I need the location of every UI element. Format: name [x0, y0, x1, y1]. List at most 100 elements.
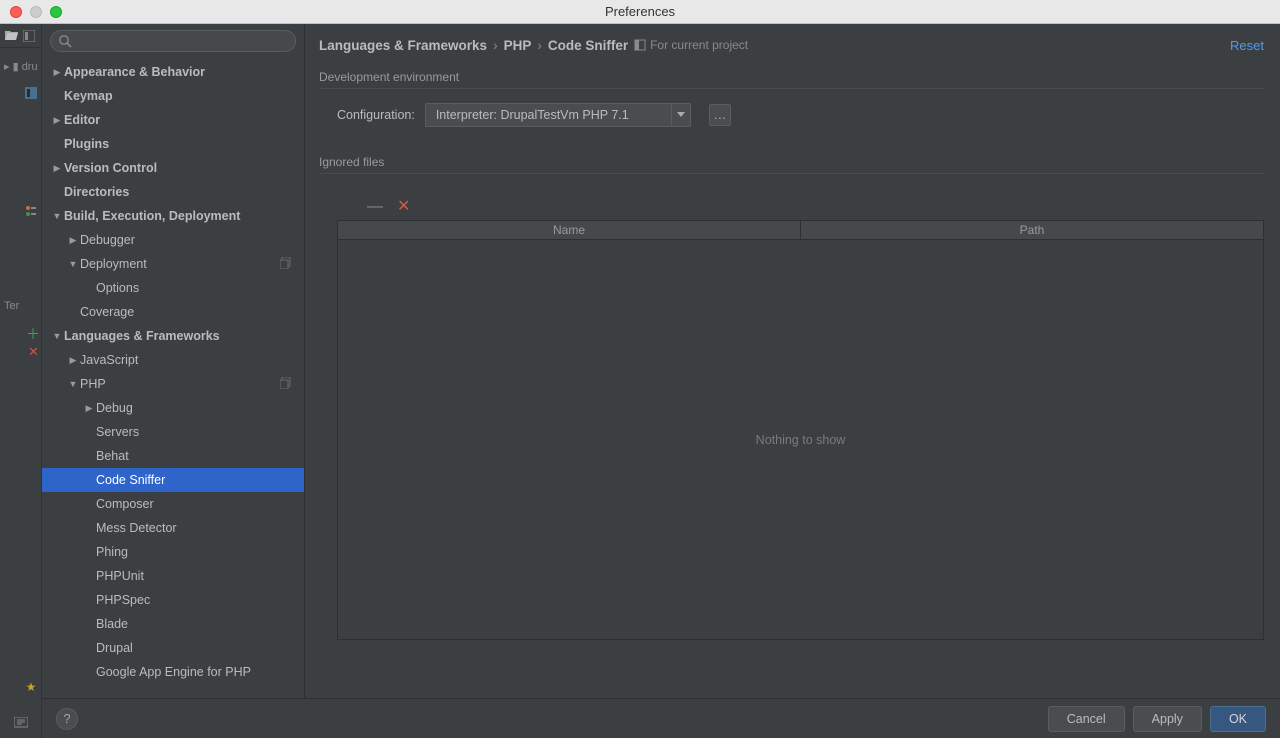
settings-tree-item-label: Drupal — [96, 641, 133, 655]
settings-tree-item-label: Servers — [96, 425, 139, 439]
settings-tree-item[interactable]: PHPSpec — [42, 588, 304, 612]
folder-open-icon[interactable] — [5, 29, 19, 43]
section-heading-ignored: Ignored files — [319, 155, 1264, 169]
close-window-button[interactable] — [10, 6, 22, 18]
column-header-name[interactable]: Name — [338, 221, 801, 239]
window-controls — [0, 6, 62, 18]
settings-tree-item[interactable]: Plugins — [42, 132, 304, 156]
settings-tree-item[interactable]: Coverage — [42, 300, 304, 324]
settings-tree-item[interactable]: Behat — [42, 444, 304, 468]
window-title: Preferences — [605, 4, 675, 19]
settings-tree-item[interactable]: ▶JavaScript — [42, 348, 304, 372]
settings-sidebar: ▶Appearance & BehaviorKeymap▶EditorPlugi… — [42, 24, 305, 698]
reset-link[interactable]: Reset — [1230, 38, 1264, 53]
configuration-combobox[interactable]: Interpreter: DrupalTestVm PHP 7.1 — [425, 103, 691, 127]
breadcrumb-item[interactable]: Languages & Frameworks — [319, 38, 487, 53]
settings-search-input[interactable] — [50, 30, 296, 52]
chevron-down-icon — [677, 112, 685, 118]
settings-tree-item[interactable]: Blade — [42, 612, 304, 636]
titlebar: Preferences — [0, 0, 1280, 24]
settings-tree-item[interactable]: Composer — [42, 492, 304, 516]
settings-tree-item-label: Keymap — [64, 89, 113, 103]
chevron-down-icon[interactable]: ▼ — [66, 259, 80, 269]
chevron-right-icon: › — [493, 38, 498, 53]
remove-icon[interactable]: ✕ — [28, 344, 39, 360]
settings-tree-item[interactable]: ▶Debugger — [42, 228, 304, 252]
settings-tree-item-label: Phing — [96, 545, 128, 559]
chevron-right-icon[interactable]: ▶ — [66, 235, 80, 246]
project-tool-icon[interactable] — [24, 86, 38, 100]
remove-item-button[interactable]: — — [367, 200, 383, 214]
settings-tree-item-label: Coverage — [80, 305, 134, 319]
chevron-right-icon[interactable]: ▶ — [50, 115, 64, 126]
background-left-gutter: ▸ ▮ dru 1: Project 7: Structure Ter ＋ ✕ … — [0, 24, 42, 738]
chevron-down-icon[interactable]: ▼ — [50, 211, 64, 221]
dropdown-button[interactable] — [671, 103, 691, 127]
breadcrumb-item[interactable]: PHP — [504, 38, 532, 53]
settings-tree-item-label: Debugger — [80, 233, 135, 247]
zoom-window-button[interactable] — [50, 6, 62, 18]
ignored-files-table-body: Nothing to show — [337, 240, 1264, 640]
settings-tree-item[interactable]: Directories — [42, 180, 304, 204]
settings-tree[interactable]: ▶Appearance & BehaviorKeymap▶EditorPlugi… — [42, 58, 304, 698]
settings-tree-item[interactable]: Drupal — [42, 636, 304, 660]
settings-tree-item-label: Debug — [96, 401, 133, 415]
settings-tree-item-label: PHP — [80, 377, 106, 391]
settings-tree-item-label: Mess Detector — [96, 521, 177, 535]
apply-button[interactable]: Apply — [1133, 706, 1202, 732]
minimize-window-button[interactable] — [30, 6, 42, 18]
settings-tree-item-label: Editor — [64, 113, 100, 127]
structure-tool-icon[interactable] — [24, 204, 38, 218]
settings-tree-item[interactable]: Servers — [42, 420, 304, 444]
settings-tree-item[interactable]: Code Sniffer — [42, 468, 304, 492]
divider — [319, 173, 1264, 174]
background-text-2: Ter — [4, 300, 42, 312]
settings-tree-item[interactable]: Mess Detector — [42, 516, 304, 540]
settings-tree-item-label: Appearance & Behavior — [64, 65, 205, 79]
settings-tree-item-label: Options — [96, 281, 139, 295]
hide-tool-window-icon[interactable] — [22, 29, 36, 43]
settings-tree-item-label: Directories — [64, 185, 129, 199]
configuration-value[interactable]: Interpreter: DrupalTestVm PHP 7.1 — [425, 103, 671, 127]
settings-tree-item-label: Code Sniffer — [96, 473, 165, 487]
chevron-right-icon[interactable]: ▶ — [82, 403, 96, 414]
settings-tree-item[interactable]: Options — [42, 276, 304, 300]
chevron-right-icon[interactable]: ▶ — [66, 355, 80, 366]
settings-tree-item[interactable]: ▼Build, Execution, Deployment — [42, 204, 304, 228]
browse-configuration-button[interactable]: … — [709, 104, 731, 126]
breadcrumb-current: Code Sniffer — [548, 38, 628, 53]
chevron-down-icon[interactable]: ▼ — [66, 379, 80, 389]
chevron-right-icon[interactable]: ▶ — [50, 163, 64, 174]
delete-item-button[interactable]: ✕ — [397, 200, 410, 214]
chevron-down-icon[interactable]: ▼ — [50, 331, 64, 341]
settings-tree-item[interactable]: Google App Engine for PHP — [42, 660, 304, 684]
ok-button[interactable]: OK — [1210, 706, 1266, 732]
settings-main-panel: Languages & Frameworks › PHP › Code Snif… — [305, 24, 1280, 698]
favorites-star-icon[interactable]: ★ — [24, 680, 38, 694]
settings-tree-item-label: Plugins — [64, 137, 109, 151]
add-icon[interactable]: ＋ — [26, 324, 40, 344]
settings-tree-item[interactable]: ▼PHP — [42, 372, 304, 396]
configuration-field-label: Configuration: — [337, 108, 415, 122]
column-header-path[interactable]: Path — [801, 221, 1263, 239]
settings-tree-item-label: JavaScript — [80, 353, 138, 367]
settings-tree-item[interactable]: PHPUnit — [42, 564, 304, 588]
project-scope-icon — [280, 377, 294, 391]
settings-tree-item[interactable]: Keymap — [42, 84, 304, 108]
settings-tree-item[interactable]: Phing — [42, 540, 304, 564]
cancel-button[interactable]: Cancel — [1048, 706, 1125, 732]
settings-tree-item[interactable]: ▼Languages & Frameworks — [42, 324, 304, 348]
help-button[interactable]: ? — [56, 708, 78, 730]
settings-tree-item[interactable]: ▶Debug — [42, 396, 304, 420]
settings-tree-item[interactable]: ▶Version Control — [42, 156, 304, 180]
settings-tree-item[interactable]: ▼Deployment — [42, 252, 304, 276]
event-log-icon[interactable] — [14, 716, 28, 730]
section-heading-dev-env: Development environment — [319, 70, 1264, 84]
settings-tree-item[interactable]: ▶Editor — [42, 108, 304, 132]
settings-tree-item-label: Build, Execution, Deployment — [64, 209, 240, 223]
chevron-right-icon: › — [537, 38, 542, 53]
settings-tree-item[interactable]: ▶Appearance & Behavior — [42, 60, 304, 84]
settings-tree-item-label: Version Control — [64, 161, 157, 175]
chevron-right-icon[interactable]: ▶ — [50, 67, 64, 78]
project-scope-icon — [634, 39, 646, 51]
